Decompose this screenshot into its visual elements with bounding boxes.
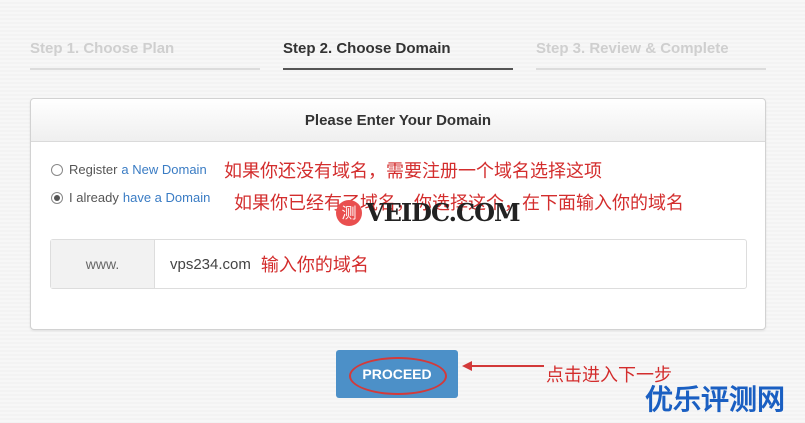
proceed-button[interactable]: PROCEED <box>336 350 458 398</box>
www-prefix: www. <box>51 240 155 288</box>
option-existing-domain[interactable]: I already have a Domain <box>51 190 210 205</box>
domain-field[interactable]: vps234.com 输入你的域名 <box>155 240 369 288</box>
radio-register-domain[interactable] <box>51 163 63 176</box>
highlight-circle <box>349 357 447 395</box>
step-1-choose-plan[interactable]: Step 1. Choose Plan <box>30 40 260 70</box>
option-register-domain[interactable]: Register a New Domain <box>51 162 207 177</box>
have-domain-link[interactable]: have a Domain <box>123 190 210 205</box>
radio-existing-domain[interactable] <box>51 191 63 204</box>
option-existing-prefix: I already <box>69 190 119 205</box>
watermark-badge: 测 <box>336 199 362 226</box>
option-register-prefix: Register <box>69 162 118 177</box>
watermark-text: VEIDC.COM <box>366 198 521 227</box>
watermark-logo: 测 VEIDC.COM <box>336 198 521 227</box>
arrow-left-icon <box>462 361 544 371</box>
annotation-register: 如果你还没有域名，需要注册一个域名选择这项 <box>224 161 602 181</box>
step-3-review-complete[interactable]: Step 3. Review & Complete <box>536 40 766 70</box>
step-indicator: Step 1. Choose Plan Step 2. Choose Domai… <box>0 0 805 80</box>
panel-title: Please Enter Your Domain <box>31 99 765 142</box>
domain-input-group: www. vps234.com 输入你的域名 <box>50 239 747 289</box>
register-new-domain-link[interactable]: a New Domain <box>121 162 206 177</box>
annotation-domain: 输入你的域名 <box>260 255 369 275</box>
corner-brand: 优乐评测网 <box>645 384 786 415</box>
step-2-choose-domain[interactable]: Step 2. Choose Domain <box>283 40 513 70</box>
domain-value[interactable]: vps234.com <box>170 256 251 273</box>
